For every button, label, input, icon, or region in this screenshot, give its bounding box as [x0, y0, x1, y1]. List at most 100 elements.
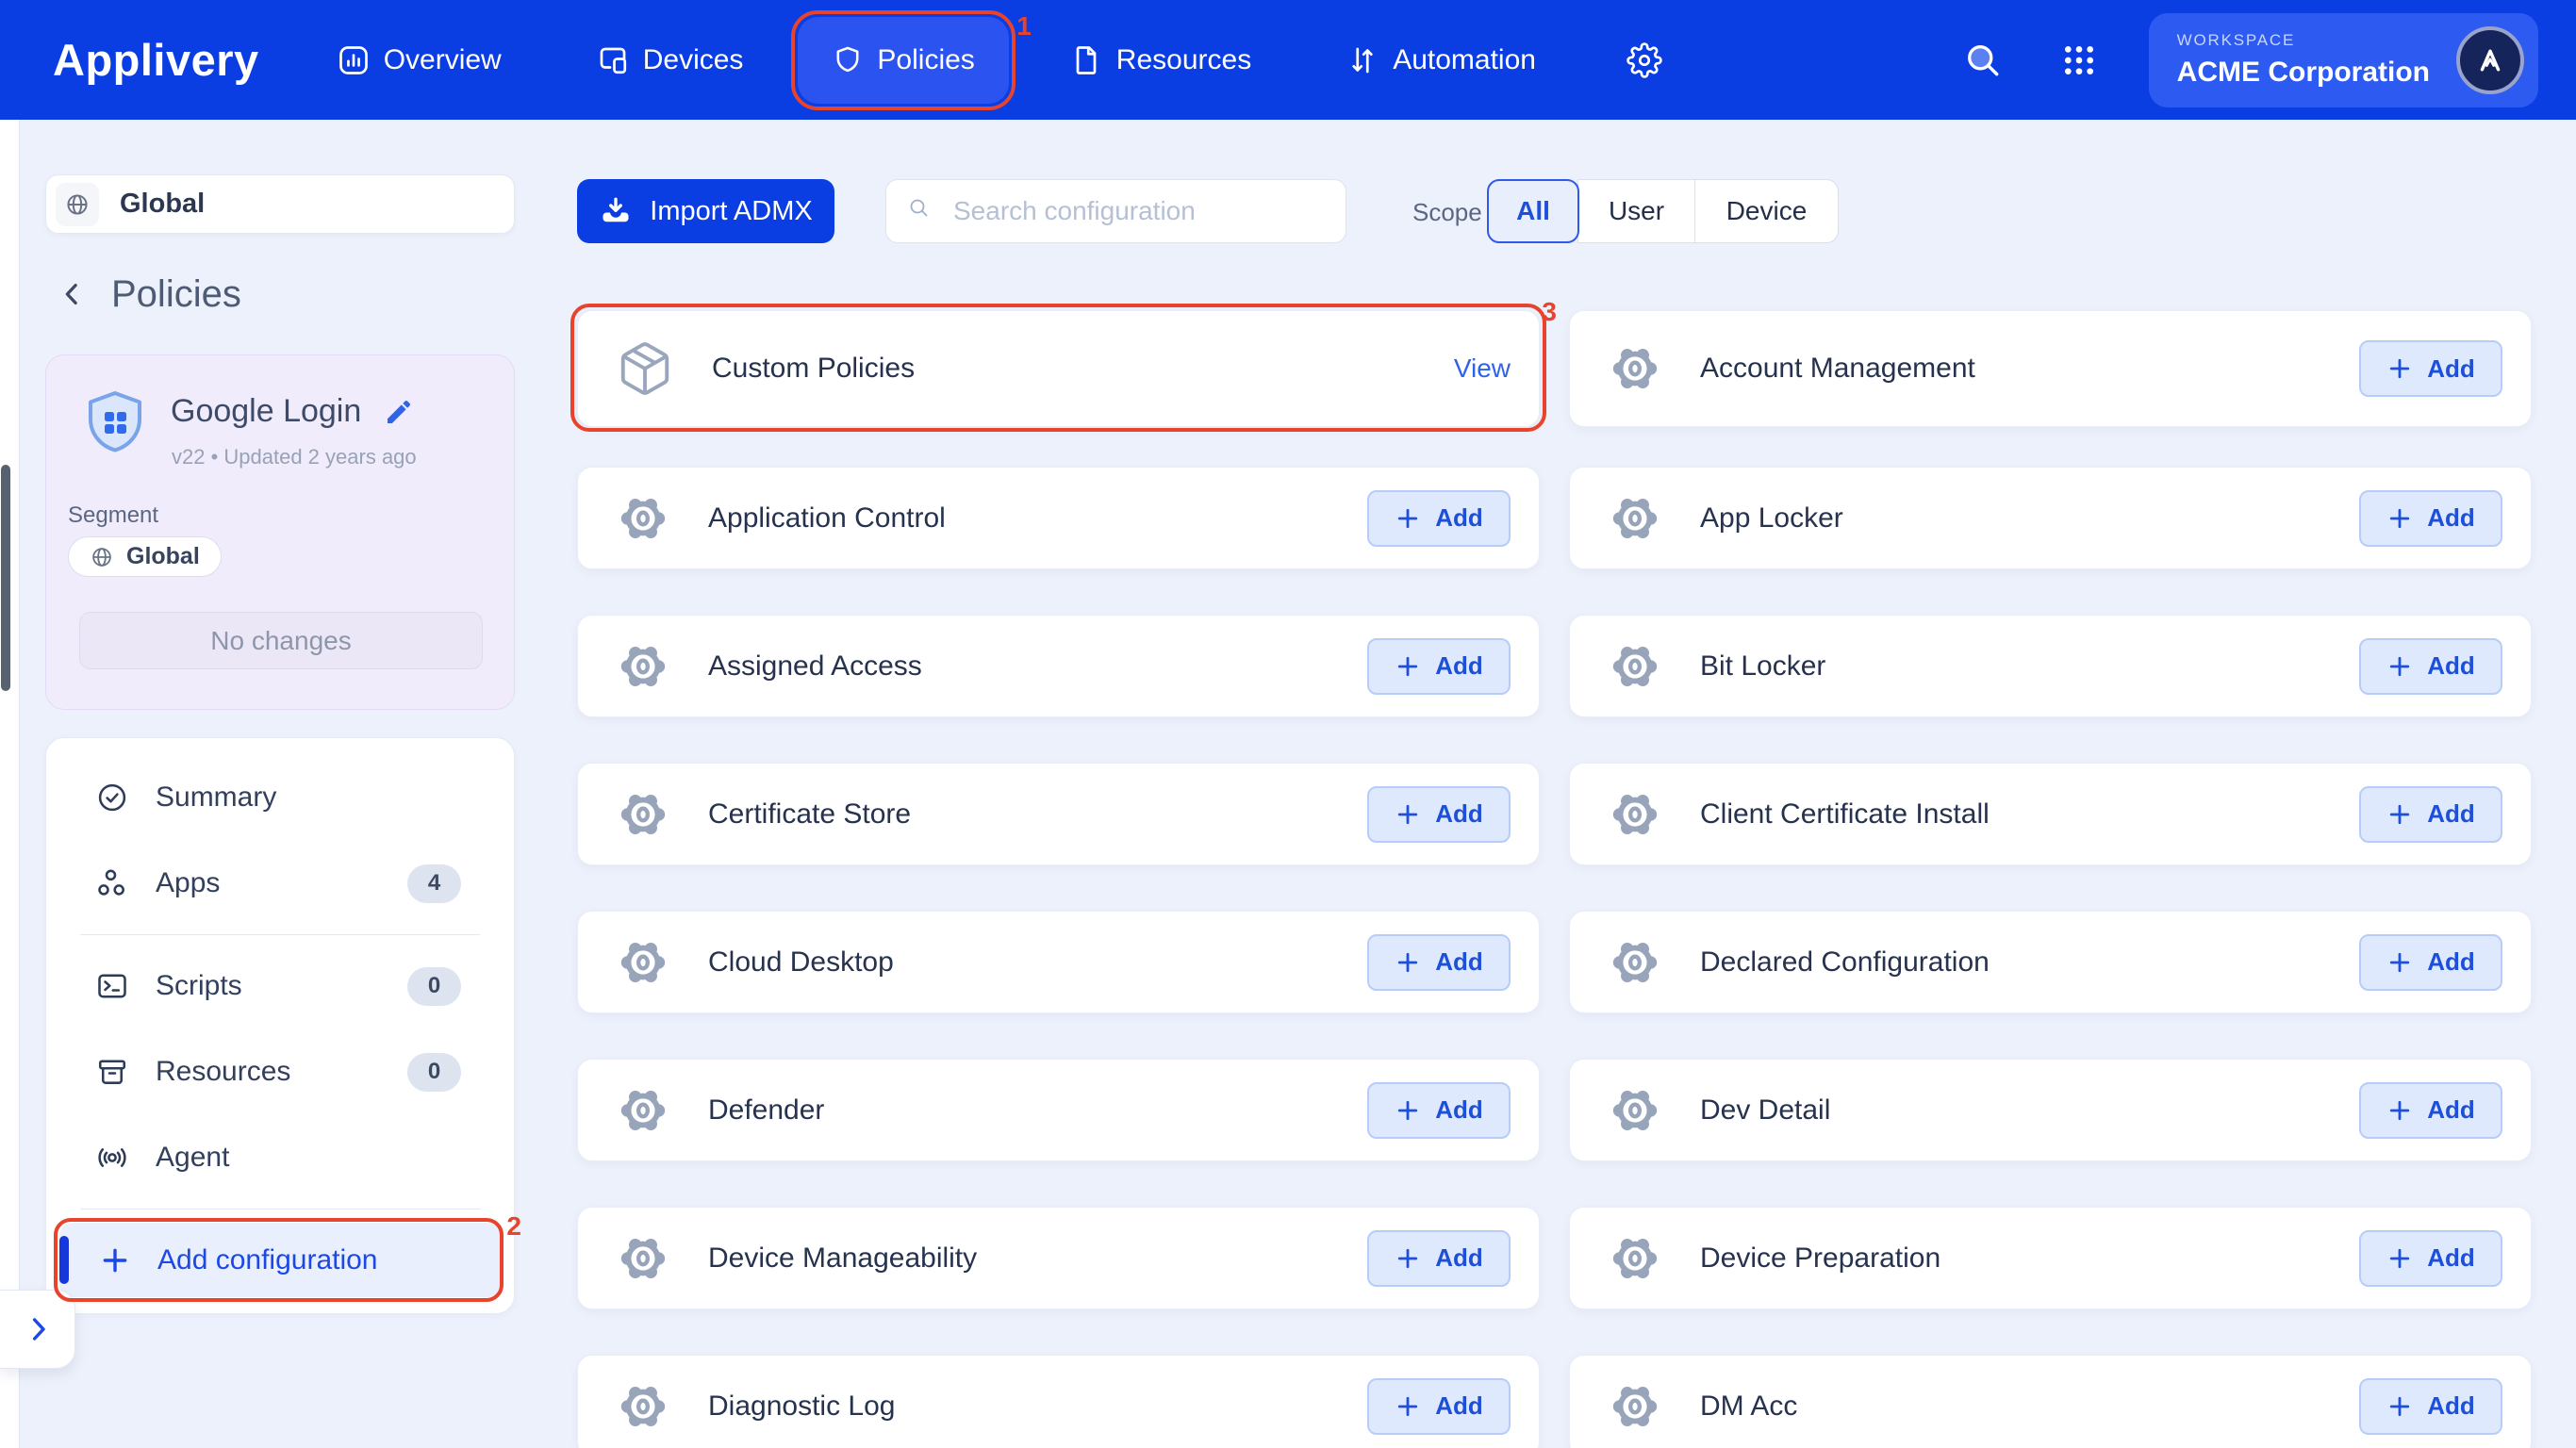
sidebar-item-scripts[interactable]: Scripts 0: [95, 956, 461, 1016]
scope-tab-user[interactable]: User: [1577, 179, 1695, 243]
rail-scrollbar-thumb[interactable]: [1, 465, 10, 691]
gear-icon: [1608, 491, 1662, 546]
view-link[interactable]: View: [1454, 354, 1511, 384]
add-button[interactable]: Add: [2359, 1378, 2502, 1435]
scope-label: Scope: [1412, 198, 1482, 227]
nav-item-devices[interactable]: Devices: [596, 43, 744, 77]
policy-name: Google Login: [171, 393, 361, 430]
settings-nav-button[interactable]: [1627, 42, 1662, 78]
card-title: DM Acc: [1700, 1390, 1797, 1423]
sidebar-item-summary[interactable]: Summary: [95, 767, 461, 828]
segment-label: Segment: [68, 502, 158, 529]
workspace-name: ACME Corporation: [2177, 57, 2430, 89]
sidebar-item-resources[interactable]: Resources 0: [95, 1042, 461, 1102]
add-button[interactable]: Add: [1367, 1082, 1511, 1139]
card-custom-policies[interactable]: Custom Policies View: [577, 310, 1540, 427]
search-input[interactable]: [953, 196, 1325, 226]
annotation-step-2: 2: [506, 1213, 521, 1240]
add-button[interactable]: Add: [2359, 638, 2502, 695]
workspace-switcher[interactable]: WORKSPACE ACME Corporation: [2149, 13, 2538, 107]
nav-item-resources[interactable]: Resources: [1069, 43, 1251, 77]
add-button[interactable]: Add: [2359, 340, 2502, 397]
plus-icon: [2386, 505, 2413, 532]
add-label: Add: [1435, 1391, 1483, 1421]
add-button[interactable]: Add: [2359, 490, 2502, 547]
sidebar-item-label: Apps: [156, 867, 220, 899]
nav-item-policies[interactable]: Policies: [798, 17, 1008, 104]
card-title: Device Manageability: [708, 1242, 977, 1275]
add-button[interactable]: Add: [1367, 490, 1511, 547]
breadcrumb-back[interactable]: Policies: [58, 272, 515, 317]
plus-icon: [1395, 801, 1421, 828]
nav-item-label: Policies: [877, 44, 974, 76]
policy-summary-card: Google Login v22 • Updated 2 years ago S…: [45, 354, 515, 710]
card-certificate-store: Certificate Store Add: [577, 763, 1540, 865]
gear-icon: [616, 639, 670, 694]
plus-icon: [1395, 1245, 1421, 1272]
add-configuration-button[interactable]: Add configuration 2: [59, 1223, 501, 1297]
sidebar-expand-tab[interactable]: [0, 1290, 75, 1369]
add-button[interactable]: Add: [1367, 638, 1511, 695]
chevron-left-icon: [58, 280, 87, 308]
add-button[interactable]: Add: [1367, 1230, 1511, 1287]
add-button[interactable]: Add: [2359, 934, 2502, 991]
import-admx-button[interactable]: Import ADMX: [577, 179, 834, 243]
card-assigned-access: Assigned Access Add: [577, 615, 1540, 717]
broadcast-icon: [95, 1141, 129, 1175]
navbar-right-cluster: WORKSPACE ACME Corporation: [1962, 13, 2538, 107]
card-title: Bit Locker: [1700, 650, 1825, 683]
add-button[interactable]: Add: [1367, 934, 1511, 991]
add-button[interactable]: Add: [2359, 786, 2502, 843]
scope-tab-device[interactable]: Device: [1694, 179, 1839, 243]
scope-tab-all[interactable]: All: [1487, 179, 1579, 243]
card-title: Certificate Store: [708, 798, 911, 831]
sidebar-item-apps[interactable]: Apps 4: [95, 853, 461, 913]
apps-nodes-icon: [95, 866, 129, 900]
applivery-logo[interactable]: Applivery: [53, 34, 259, 86]
nav-item-overview[interactable]: Overview: [337, 43, 502, 77]
nav-item-label: Automation: [1393, 44, 1536, 76]
configuration-search: [885, 179, 1346, 243]
gear-icon: [616, 1083, 670, 1138]
add-label: Add: [2427, 651, 2475, 681]
card-title: Dev Detail: [1700, 1094, 1830, 1127]
top-navbar: Applivery Overview Devices Policies 1 R: [0, 0, 2576, 120]
grid-dots-icon: [2060, 41, 2098, 79]
segment-value-pill[interactable]: Global: [68, 536, 222, 577]
add-button[interactable]: Add: [2359, 1230, 2502, 1287]
search-button[interactable]: [1962, 40, 2004, 81]
add-label: Add: [1435, 503, 1483, 533]
page-title: Policies: [111, 273, 241, 316]
card-bit-locker: Bit Locker Add: [1569, 615, 2532, 717]
add-label: Add: [2427, 503, 2475, 533]
globe-icon: [56, 183, 99, 226]
gear-icon: [1608, 639, 1662, 694]
plus-icon: [1395, 505, 1421, 532]
configurations-toolbar: Import ADMX Scope All User Device: [577, 179, 2532, 243]
plus-icon: [1395, 653, 1421, 680]
scope-selector[interactable]: Global: [45, 174, 515, 234]
no-changes-button[interactable]: No changes: [79, 612, 483, 669]
archive-box-icon: [95, 1055, 129, 1089]
nav-item-automation[interactable]: Automation: [1346, 43, 1536, 77]
check-circle-icon: [95, 781, 129, 814]
policy-title-row: Google Login: [171, 393, 414, 430]
add-button[interactable]: Add: [1367, 786, 1511, 843]
add-label: Add: [2427, 947, 2475, 977]
globe-icon: [90, 545, 114, 569]
sidebar-item-agent[interactable]: Agent: [95, 1127, 461, 1188]
card-title: Diagnostic Log: [708, 1390, 895, 1423]
shield-icon: [832, 44, 864, 76]
add-button[interactable]: Add: [2359, 1082, 2502, 1139]
apps-grid-button[interactable]: [2060, 41, 2098, 79]
add-label: Add: [1435, 947, 1483, 977]
gear-icon: [616, 1379, 670, 1434]
gear-icon: [1608, 1379, 1662, 1434]
segment-value: Global: [126, 543, 200, 570]
main-nav: Overview Devices Policies 1 Resources: [337, 17, 1662, 104]
avatar[interactable]: [2456, 26, 2524, 94]
add-button[interactable]: Add: [1367, 1378, 1511, 1435]
automation-arrows-icon: [1346, 43, 1379, 77]
add-label: Add: [2427, 1243, 2475, 1273]
edit-pencil-icon[interactable]: [384, 397, 414, 427]
